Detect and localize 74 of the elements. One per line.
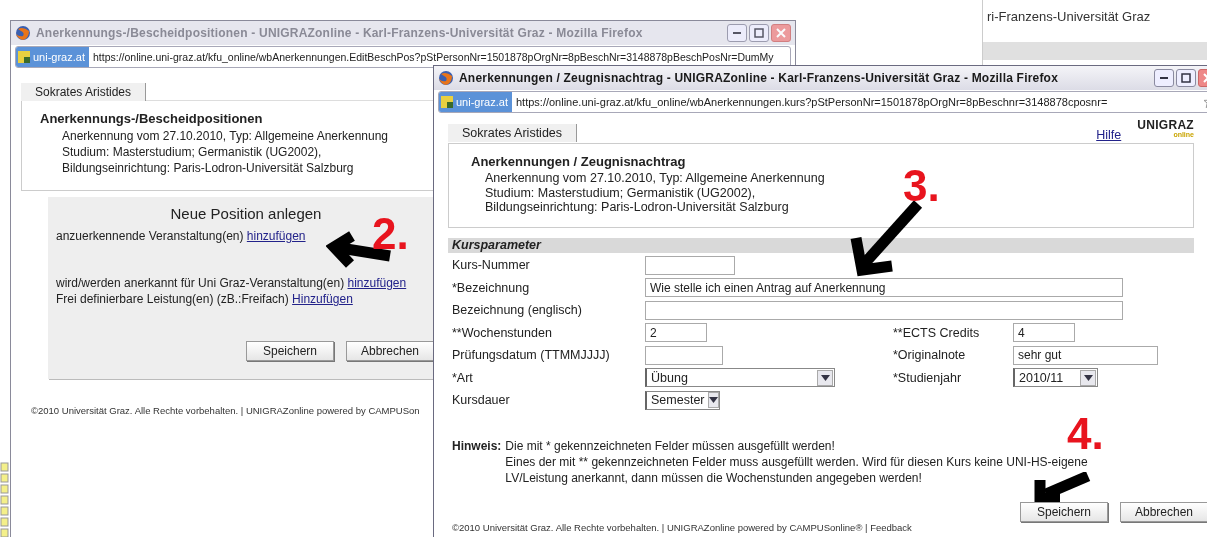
field-label: Kursdauer xyxy=(452,392,511,409)
minimize-icon xyxy=(733,32,741,34)
maximize-button[interactable] xyxy=(749,24,769,42)
text-input-field[interactable]: 2 xyxy=(645,323,707,342)
field-label: *Originalnote xyxy=(893,347,967,364)
field-label: wird/werden anerkannt für Uni Graz-Veranstaltung(en) xyxy=(56,276,345,290)
field-label: anzuerkennende Veranstaltung(en) xyxy=(56,229,244,243)
step-number: 3. xyxy=(903,164,940,208)
dropdown-caret-icon xyxy=(820,374,830,381)
dropdown-caret-icon xyxy=(1083,374,1093,381)
note-text: Die mit * gekennzeichneten Felder müssen ausgefüllt werden! xyxy=(505,437,835,454)
detail-text: Anerkennung vom 27.10.2010, Typ: Allgemeine Anerkennung xyxy=(61,128,389,144)
address-field[interactable]: https://online.uni-graz.at/kfu_online/wbAnerkennungen.EditBeschPos?pStPersonNr=1501878pOrgNr=8pBeschNr=3148878pBeschPosNr=DumMy xyxy=(89,51,790,63)
browser-logo-icon xyxy=(15,25,31,41)
dropdown[interactable]: Semester xyxy=(645,390,720,410)
form-button[interactable]: Speichern xyxy=(246,341,334,361)
browser-logo-icon xyxy=(438,70,454,86)
maximize-icon xyxy=(1181,73,1191,83)
site-icon xyxy=(18,51,30,63)
page-title-fragment: ri-Franzens-Universität Graz xyxy=(986,8,1152,24)
field-label: Bezeichnung (englisch) xyxy=(452,302,583,319)
text-input-field[interactable]: Wie stelle ich einen Antrag auf Anerkennung xyxy=(645,278,1123,297)
footer-text: ©2010 Universität Graz. Alle Rechte vorbehalten. | UNIGRAZonline powered by CAMPUSon xyxy=(31,405,420,416)
add-link[interactable]: hinzufügen xyxy=(347,276,407,290)
minimize-button[interactable] xyxy=(1154,69,1174,87)
text-input-field[interactable] xyxy=(645,255,735,275)
field-label: Prüfungsdatum (TTMMJJJJ) xyxy=(452,347,611,364)
site-icon xyxy=(441,96,453,108)
field-label: *Art xyxy=(452,369,474,387)
form-button[interactable]: Abbrechen xyxy=(346,341,434,361)
user-tab-link[interactable]: Sokrates Aristides xyxy=(21,83,147,101)
close-icon xyxy=(776,28,786,38)
text-input-field[interactable]: 4 xyxy=(1013,323,1075,342)
maximize-icon xyxy=(754,28,764,38)
footer-text: ©2010 Universität Graz. Alle Rechte vorbehalten. | UNIGRAZonline powered by CAMPUSonline® | Feedback xyxy=(452,521,913,533)
field-label: Kurs-Nummer xyxy=(452,257,531,274)
detail-text: Bildungseinrichtung: Paris-Lodron-Universität Salzburg xyxy=(484,200,790,215)
text-input-field[interactable] xyxy=(645,300,1123,320)
text-input-field[interactable]: sehr gut xyxy=(1013,345,1158,365)
window-title: Anerkennungen / Zeugnisnachtrag - UNIGRAZonline - Karl-Franzens-Universität Graz - Mozilla Firefox xyxy=(459,71,1059,85)
detail-text: Studium: Masterstudium; Germanistik (UG2002), xyxy=(61,144,323,160)
detail-text: Anerkennung vom 27.10.2010, Typ: Allgemeine Anerkennung xyxy=(484,171,826,186)
add-link[interactable]: hinzufügen xyxy=(246,229,306,243)
panel-title: Neue Position anlegen xyxy=(169,205,323,222)
step-number: 2. xyxy=(372,212,409,256)
field-label: **ECTS Credits xyxy=(893,324,981,342)
maximize-button[interactable] xyxy=(1176,69,1196,87)
field-label: Frei definierbare Leistung(en) (zB.:Freifach) xyxy=(56,292,289,306)
minimize-button[interactable] xyxy=(727,24,747,42)
window-title: Anerkennungs-/Bescheidpositionen - UNIGRAZonline - Karl-Franzens-Universität Graz - Mozilla Firefox xyxy=(36,26,644,40)
dropdown[interactable]: 2010/11 xyxy=(1013,368,1098,387)
add-link[interactable]: Hinzufügen xyxy=(292,292,353,306)
field-label: **Wochenstunden xyxy=(452,324,553,342)
close-button[interactable] xyxy=(771,24,791,42)
step-number: 4. xyxy=(1067,412,1104,456)
field-label: *Bezeichnung xyxy=(452,279,531,297)
text-input-field[interactable] xyxy=(645,345,723,365)
address-field[interactable]: https://online.uni-graz.at/kfu_online/wbAnerkennungen.kurs?pStPersonNr=1501878pOrgNr=8pBeschnr=3148878cposnr= xyxy=(512,96,1203,108)
section-header: Kursparameter xyxy=(448,237,1194,253)
dropdown[interactable]: Übung xyxy=(645,368,835,387)
page-heading: Anerkennungs-/Bescheidpositionen xyxy=(40,111,264,126)
field-label: *Studienjahr xyxy=(893,369,963,387)
detail-text: Studium: Masterstudium; Germanistik (UG2002), xyxy=(484,185,757,200)
form-button[interactable]: Speichern xyxy=(1020,501,1108,522)
note-label: Hinweis: xyxy=(452,437,502,454)
minimize-icon xyxy=(1160,77,1168,79)
page-heading: Anerkennungen / Zeugnisnachtrag xyxy=(471,154,687,169)
user-tab-link[interactable]: Sokrates Aristides xyxy=(448,124,578,142)
dropdown-caret-icon xyxy=(708,397,718,403)
note-text: Eines der mit ** gekennzeichneten Felder muss ausgefüllt werden. Wird für diesen Kurs keine UNI-HS-eigene LV/Leistung anerkannt, dann müssen die Wochenstunden angegeben werden! xyxy=(505,453,1089,486)
pointer-arrow xyxy=(1034,472,1091,502)
form-button[interactable]: Abbrechen xyxy=(1120,501,1207,522)
detail-text: Bildungseinrichtung: Paris-Lodron-Universität Salzburg xyxy=(61,160,355,176)
help-link[interactable]: Hilfe xyxy=(1096,128,1122,142)
